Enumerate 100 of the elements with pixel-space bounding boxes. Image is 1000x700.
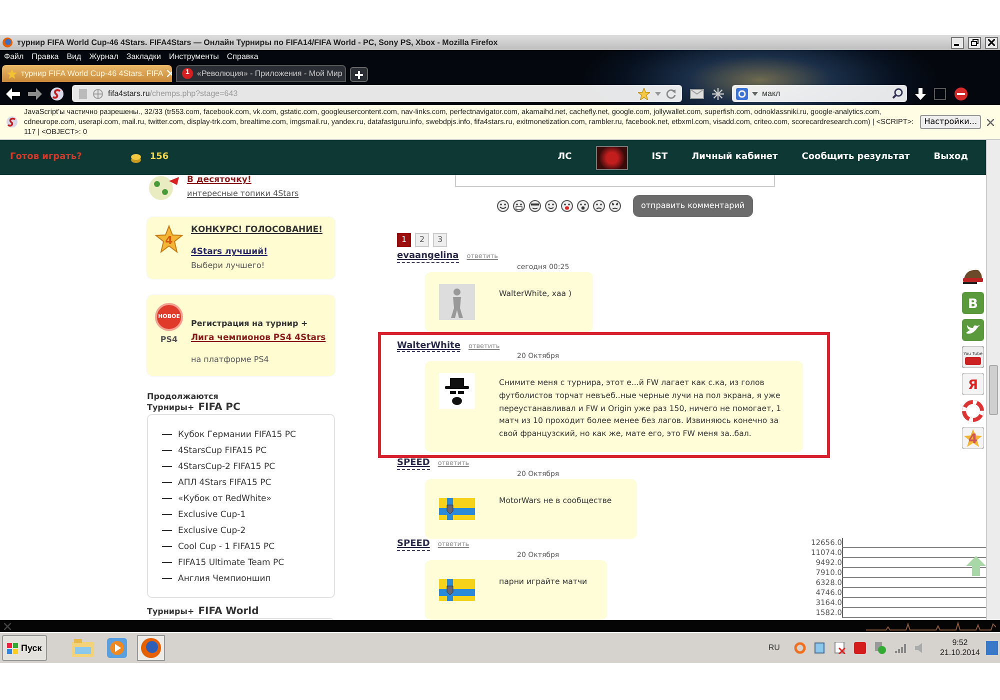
promo-link[interactable]: Лига чемпионов PS4 4Stars (191, 332, 326, 343)
crossed-page-tray-icon[interactable] (834, 642, 846, 654)
search-icon[interactable] (892, 88, 903, 99)
tournament-link[interactable]: Кубок Германии FIFA15 PC (178, 430, 296, 440)
app-tray-icon[interactable] (854, 642, 866, 654)
list-dash (162, 482, 172, 484)
firefox-taskbar-button[interactable] (136, 635, 165, 661)
back-arrow-icon[interactable] (6, 88, 20, 100)
list-dash (162, 514, 172, 516)
menu-item[interactable]: Справка (226, 52, 258, 62)
list-dash (162, 434, 172, 436)
scrollbar-thumb[interactable] (989, 365, 998, 415)
shield-s-icon (6, 116, 18, 128)
smile-face-icon[interactable] (497, 200, 509, 212)
bookmark-star-icon[interactable] (638, 88, 650, 100)
comment-author[interactable]: evaangelina (397, 250, 459, 263)
group-prefix: Турниры+ (147, 402, 194, 413)
star-favicon-icon (7, 68, 17, 78)
page-button[interactable]: 3 (433, 232, 447, 247)
page-button[interactable]: 2 (415, 232, 429, 247)
tournament-link[interactable]: «Кубок от RedWhite» (178, 494, 272, 504)
avatar-image[interactable] (596, 146, 628, 170)
star-icon: 4 (155, 225, 183, 253)
submit-comment-button[interactable]: отправить комментарий (633, 195, 753, 217)
list-dash (162, 498, 172, 500)
promo-link[interactable]: В десяточку! (187, 175, 299, 186)
cool-face-icon[interactable] (529, 200, 541, 212)
surprised-face-icon[interactable] (577, 200, 589, 212)
menu-item[interactable]: Журнал (89, 52, 118, 62)
football-icon (147, 175, 179, 201)
menu-item[interactable]: Правка (32, 52, 59, 62)
square-icon[interactable] (934, 88, 946, 100)
comment-author[interactable]: WalterWhite (397, 340, 460, 352)
comment-author[interactable]: SPEED (397, 458, 430, 470)
header-link[interactable]: Сообщить результат (802, 152, 910, 163)
player-silhouette-icon (439, 284, 475, 320)
wink-face-icon[interactable] (545, 200, 557, 212)
comment-author[interactable]: SPEED (397, 539, 430, 551)
list-dash (162, 530, 172, 532)
menu-item[interactable]: Вид (66, 52, 82, 62)
shield-s-icon[interactable] (50, 86, 64, 100)
header-link[interactable]: ЛС (558, 152, 572, 163)
firefox-icon (2, 37, 13, 48)
snowflake-icon[interactable] (712, 88, 724, 100)
tournament-link[interactable]: 4StarsCup FIFA15 PC (178, 446, 267, 456)
forward-arrow-icon[interactable] (28, 88, 42, 100)
angry-face-icon[interactable] (609, 200, 621, 212)
menu-item[interactable]: Файл (4, 52, 24, 62)
promo-link[interactable]: КОНКУРС! ГОЛОСОВАНИЕ! (191, 225, 322, 236)
language-indicator[interactable]: RU (768, 643, 780, 653)
minimize-button[interactable] (951, 36, 964, 48)
sad-face-icon[interactable] (593, 200, 605, 212)
stop-sign-icon[interactable] (954, 86, 968, 100)
tournament-link[interactable]: АПЛ 4Stars FIFA15 PC (178, 478, 272, 488)
lifebuoy-icon[interactable] (962, 400, 984, 422)
promo-link[interactable]: 4Stars лучший! (191, 247, 322, 258)
promo-link[interactable]: интересные топики 4Stars (187, 189, 299, 199)
firefox-icon (140, 637, 162, 659)
up-arrow-icon[interactable] (966, 556, 986, 576)
page-icon (78, 88, 88, 98)
header-link[interactable]: Выход (934, 152, 968, 163)
promo-subtitle: Выбери лучшего! (191, 261, 266, 271)
letter-ya-icon[interactable]: Я (962, 373, 984, 395)
download-arrow-icon[interactable] (915, 88, 926, 100)
comment-input-field[interactable] (455, 175, 775, 188)
menu-item[interactable]: Закладки (126, 52, 162, 62)
tongue-face-icon[interactable] (561, 200, 573, 212)
tournament-link[interactable]: Англия Чемпионшип (178, 574, 271, 584)
envelope-icon[interactable] (690, 88, 704, 98)
close-button[interactable] (985, 36, 998, 48)
reload-icon[interactable] (666, 88, 676, 98)
tagline: Готов играть? (10, 152, 82, 163)
coin-count: 156 (150, 152, 169, 163)
check-shield-tray-icon[interactable] (874, 642, 886, 654)
document-tray-icon[interactable] (814, 642, 826, 654)
close-icon[interactable] (987, 118, 994, 126)
address-field[interactable]: fifa4stars.ru/chemps.php?stage=643 (72, 85, 682, 102)
search-field[interactable]: макл (732, 85, 907, 102)
page-button[interactable]: 1 (397, 232, 411, 247)
header-link[interactable]: IST (652, 152, 668, 163)
tournament-link[interactable]: FIFA15 Ultimate Team PC (178, 558, 284, 568)
search-engine-icon (736, 88, 748, 100)
menu-item[interactable]: Инструменты (169, 52, 219, 62)
coins-icon (130, 152, 142, 164)
new-tab-button[interactable] (350, 67, 368, 82)
clock-date: 21.10.2014 (940, 648, 980, 658)
start-button[interactable]: Пуск (2, 635, 47, 661)
tournament-link[interactable]: Exclusive Cup-1 (178, 510, 246, 520)
grin-face-icon[interactable] (513, 200, 525, 212)
tournament-link[interactable]: Cool Cup - 1 FIFA15 PC (178, 542, 275, 552)
folder-icon (72, 639, 94, 657)
tournament-link[interactable]: 4StarsCup-2 FIFA15 PC (178, 462, 276, 472)
promo-subtitle: на платформе PS4 (191, 354, 270, 364)
tournament-link[interactable]: Exclusive Cup-2 (178, 526, 246, 536)
group-title: FIFA World (198, 606, 259, 618)
settings-button[interactable]: Настройки... (920, 115, 981, 129)
header-link[interactable]: Личный кабинет (692, 152, 778, 163)
maximize-button[interactable] (968, 36, 981, 48)
bird-icon[interactable] (962, 319, 984, 341)
play-icon (106, 638, 127, 658)
